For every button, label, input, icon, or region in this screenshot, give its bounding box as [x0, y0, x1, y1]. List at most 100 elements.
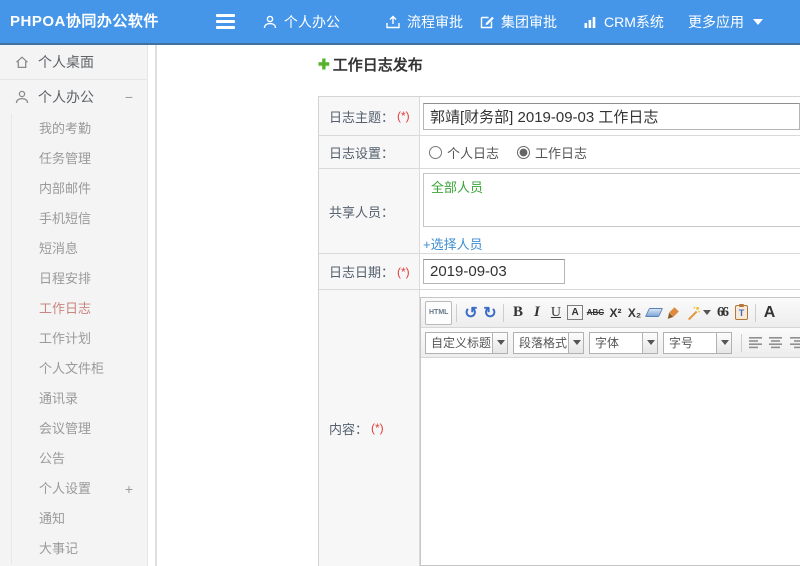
chevron-down-icon — [753, 18, 763, 25]
subscript-button[interactable]: X₂ — [625, 301, 644, 325]
subject-label: 日志主题： (*) — [319, 97, 420, 135]
html-source-button[interactable]: HTML — [425, 300, 453, 325]
sidebar-item-work-log[interactable]: 工作日志 — [12, 294, 147, 324]
home-icon — [16, 56, 28, 69]
sidebar-item-label: 个人办公 — [38, 89, 94, 105]
font-size-select[interactable]: 字号 — [663, 331, 732, 354]
chevron-down-icon — [573, 340, 581, 345]
share-label: 共享人员： — [319, 169, 420, 253]
personal-log-option[interactable]: 个人日志 — [429, 143, 499, 162]
clipboard-icon: T — [735, 304, 749, 320]
font-border-button[interactable]: A — [565, 301, 584, 325]
sidebar-item-notification[interactable]: 通知 — [12, 504, 147, 534]
sidebar-item-mobile-sms[interactable]: 手机短信 — [12, 204, 147, 234]
bold-button[interactable]: B — [508, 301, 527, 325]
edit-icon — [480, 16, 494, 28]
sidebar-item-short-message[interactable]: 短消息 — [12, 234, 147, 264]
sidebar-item-contacts[interactable]: 通讯录 — [12, 384, 147, 414]
subject-input[interactable] — [423, 102, 800, 130]
nav-item-workflow-approval[interactable]: 流程审批 — [385, 0, 463, 43]
chevron-down-icon — [647, 340, 655, 345]
work-log-form: 日志主题： (*) 日志设置： 个人日志 — [318, 96, 800, 566]
sidebar-item-label: 个人桌面 — [38, 54, 94, 70]
chevron-down-icon — [703, 310, 712, 315]
font-color-button[interactable]: A — [760, 301, 779, 325]
align-left-button[interactable] — [746, 331, 766, 355]
form-row-content: 内容： (*) HTML ↺ ↻ B I U A ABC X² X₂ 66 T … — [319, 290, 800, 566]
underline-button[interactable]: U — [546, 301, 565, 325]
editor-toolbar-top: HTML ↺ ↻ B I U A ABC X² X₂ 66 T A — [421, 298, 800, 328]
align-center-button[interactable] — [766, 331, 786, 355]
collapse-icon[interactable]: − — [125, 89, 133, 105]
strikethrough-button[interactable]: ABC — [585, 301, 606, 325]
sidebar: 个人桌面 个人办公 − 我的考勤 任务管理 内部邮件 手机短信 短消息 日程安排… — [0, 45, 148, 566]
settings-label: 日志设置： — [319, 136, 420, 168]
sidebar-item-meeting-management[interactable]: 会议管理 — [12, 414, 147, 444]
date-input[interactable] — [423, 259, 565, 284]
form-row-date: 日志日期： (*) — [319, 254, 800, 290]
form-row-share: 共享人员： 全部人员 +选择人员 — [319, 169, 800, 254]
bar-chart-icon — [584, 16, 596, 28]
align-right-icon — [790, 337, 800, 349]
nav-label: CRM系统 — [604, 13, 664, 30]
nav-item-group-approval[interactable]: 集团审批 — [479, 0, 557, 43]
required-mark: (*) — [371, 421, 384, 435]
font-family-select[interactable]: 字体 — [589, 331, 658, 354]
quick-format-button[interactable] — [683, 301, 713, 325]
page-title-text: 工作日志发布 — [332, 57, 423, 74]
required-mark: (*) — [397, 264, 410, 279]
sidebar-item-announcement[interactable]: 公告 — [12, 444, 147, 474]
blockquote-button[interactable]: 66 — [713, 301, 732, 325]
top-navigation-bar: PHPOA协同办公软件 个人办公 流程审批 集团审批 CRM系统 更多应用 — [0, 0, 800, 45]
log-type-radio-group: 个人日志 工作日志 — [429, 143, 605, 162]
form-row-subject: 日志主题： (*) — [319, 97, 800, 136]
heading-select[interactable]: 自定义标题 — [425, 331, 508, 354]
eraser-button[interactable] — [644, 301, 663, 325]
sidebar-item-internal-mail[interactable]: 内部邮件 — [12, 174, 147, 204]
menu-icon[interactable] — [216, 14, 235, 29]
chevron-down-icon — [721, 340, 729, 345]
required-mark: (*) — [397, 109, 410, 123]
nav-item-personal-office[interactable]: 个人办公 — [262, 0, 340, 43]
sidebar-item-personal-office[interactable]: 个人办公 − — [0, 80, 147, 114]
expand-icon[interactable]: + — [125, 474, 133, 504]
share-members-box[interactable]: 全部人员 — [423, 173, 800, 227]
work-log-option[interactable]: 工作日志 — [517, 143, 587, 162]
form-row-settings: 日志设置： 个人日志 工作日志 — [319, 136, 800, 169]
user-icon — [15, 90, 29, 104]
nav-item-crm[interactable]: CRM系统 — [582, 0, 664, 43]
editor-content-area[interactable] — [421, 358, 800, 565]
magic-wand-icon — [688, 306, 700, 320]
content-divider — [155, 45, 157, 566]
sidebar-item-file-cabinet[interactable]: 个人文件柜 — [12, 354, 147, 384]
personal-log-radio[interactable] — [429, 145, 442, 159]
sidebar-item-task-management[interactable]: 任务管理 — [12, 144, 147, 174]
superscript-button[interactable]: X² — [606, 301, 625, 325]
sidebar-item-work-plan[interactable]: 工作计划 — [12, 324, 147, 354]
italic-button[interactable]: I — [527, 301, 546, 325]
workflow-icon — [386, 15, 400, 28]
format-brush-button[interactable] — [663, 301, 683, 325]
date-label: 日志日期： (*) — [319, 254, 420, 289]
sidebar-item-memorabilia[interactable]: 大事记 — [12, 534, 147, 564]
chevron-down-icon — [497, 340, 505, 345]
nav-label: 更多应用 — [688, 13, 744, 30]
eraser-icon — [644, 308, 663, 317]
align-center-icon — [769, 337, 782, 349]
sidebar-item-label: 个人设置 — [39, 481, 92, 496]
sidebar-item-personal-desktop[interactable]: 个人桌面 — [0, 45, 147, 79]
align-right-button[interactable] — [786, 331, 800, 355]
paste-template-button[interactable]: T — [732, 301, 751, 325]
redo-button[interactable]: ↻ — [480, 301, 499, 325]
work-log-radio[interactable] — [517, 145, 531, 159]
select-members-link[interactable]: +选择人员 — [423, 234, 800, 253]
nav-item-more-apps[interactable]: 更多应用 — [688, 0, 763, 43]
sidebar-item-my-attendance[interactable]: 我的考勤 — [12, 114, 147, 144]
page-title: ✚ 工作日志发布 — [318, 54, 423, 75]
paragraph-format-select[interactable]: 段落格式 — [513, 331, 584, 354]
nav-label: 集团审批 — [501, 13, 557, 30]
sidebar-item-schedule[interactable]: 日程安排 — [12, 264, 147, 294]
app-logo: PHPOA协同办公软件 — [10, 13, 159, 30]
sidebar-item-personal-settings[interactable]: 个人设置 + — [12, 474, 147, 504]
undo-button[interactable]: ↺ — [461, 301, 480, 325]
